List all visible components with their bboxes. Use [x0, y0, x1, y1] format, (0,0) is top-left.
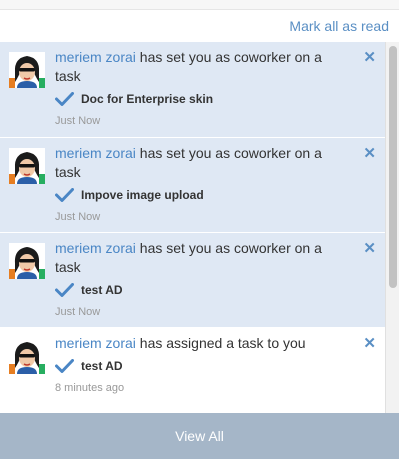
- notification-item[interactable]: meriem zorai has set you as coworker on …: [0, 137, 385, 232]
- task-link[interactable]: test AD: [81, 359, 123, 373]
- task-link[interactable]: Impove image upload: [81, 188, 204, 202]
- notification-message: has assigned a task to you: [135, 335, 306, 351]
- scrollbar[interactable]: [385, 42, 399, 413]
- user-avatar[interactable]: [9, 148, 45, 184]
- notification-text: meriem zorai has set you as coworker on …: [55, 239, 345, 277]
- user-avatar[interactable]: [9, 52, 45, 88]
- view-all-label: View All: [175, 428, 224, 444]
- scrollbar-thumb[interactable]: [389, 46, 397, 288]
- checkmark-icon: [55, 283, 74, 297]
- notification-time: Just Now: [55, 306, 101, 318]
- view-all-button[interactable]: View All: [0, 413, 399, 459]
- actor-link[interactable]: meriem zorai: [55, 335, 136, 351]
- user-avatar[interactable]: [9, 243, 45, 279]
- notification-text: meriem zorai has set you as coworker on …: [55, 48, 345, 86]
- task-row: Impove image upload: [55, 185, 204, 205]
- checkmark-icon: [55, 359, 74, 373]
- notification-item[interactable]: meriem zorai has set you as coworker on …: [0, 42, 385, 137]
- task-link[interactable]: Doc for Enterprise skin: [81, 92, 213, 106]
- user-avatar[interactable]: [9, 338, 45, 374]
- actor-link[interactable]: meriem zorai: [55, 240, 136, 256]
- notification-time: Just Now: [55, 211, 101, 223]
- close-icon[interactable]: ✕: [363, 50, 376, 65]
- close-icon[interactable]: ✕: [363, 146, 376, 161]
- actor-link[interactable]: meriem zorai: [55, 145, 136, 161]
- notification-item[interactable]: meriem zorai has assigned a task to you …: [0, 327, 385, 413]
- close-icon[interactable]: ✕: [363, 336, 376, 351]
- popover-top-edge: [0, 0, 399, 10]
- notifications-header: Mark all as read: [0, 10, 399, 42]
- close-icon[interactable]: ✕: [363, 241, 376, 256]
- notification-item[interactable]: meriem zorai has set you as coworker on …: [0, 232, 385, 327]
- notification-text: meriem zorai has set you as coworker on …: [55, 144, 345, 182]
- checkmark-icon: [55, 188, 74, 202]
- notification-time: Just Now: [55, 115, 101, 127]
- task-row: Doc for Enterprise skin: [55, 89, 213, 109]
- actor-link[interactable]: meriem zorai: [55, 49, 136, 65]
- mark-all-read-link[interactable]: Mark all as read: [289, 18, 389, 34]
- checkmark-icon: [55, 92, 74, 106]
- task-row: test AD: [55, 356, 123, 376]
- notification-time: 8 minutes ago: [55, 382, 125, 394]
- notification-list[interactable]: meriem zorai has set you as coworker on …: [0, 42, 385, 413]
- task-link[interactable]: test AD: [81, 283, 123, 297]
- notification-text: meriem zorai has assigned a task to you: [55, 334, 345, 353]
- task-row: test AD: [55, 280, 123, 300]
